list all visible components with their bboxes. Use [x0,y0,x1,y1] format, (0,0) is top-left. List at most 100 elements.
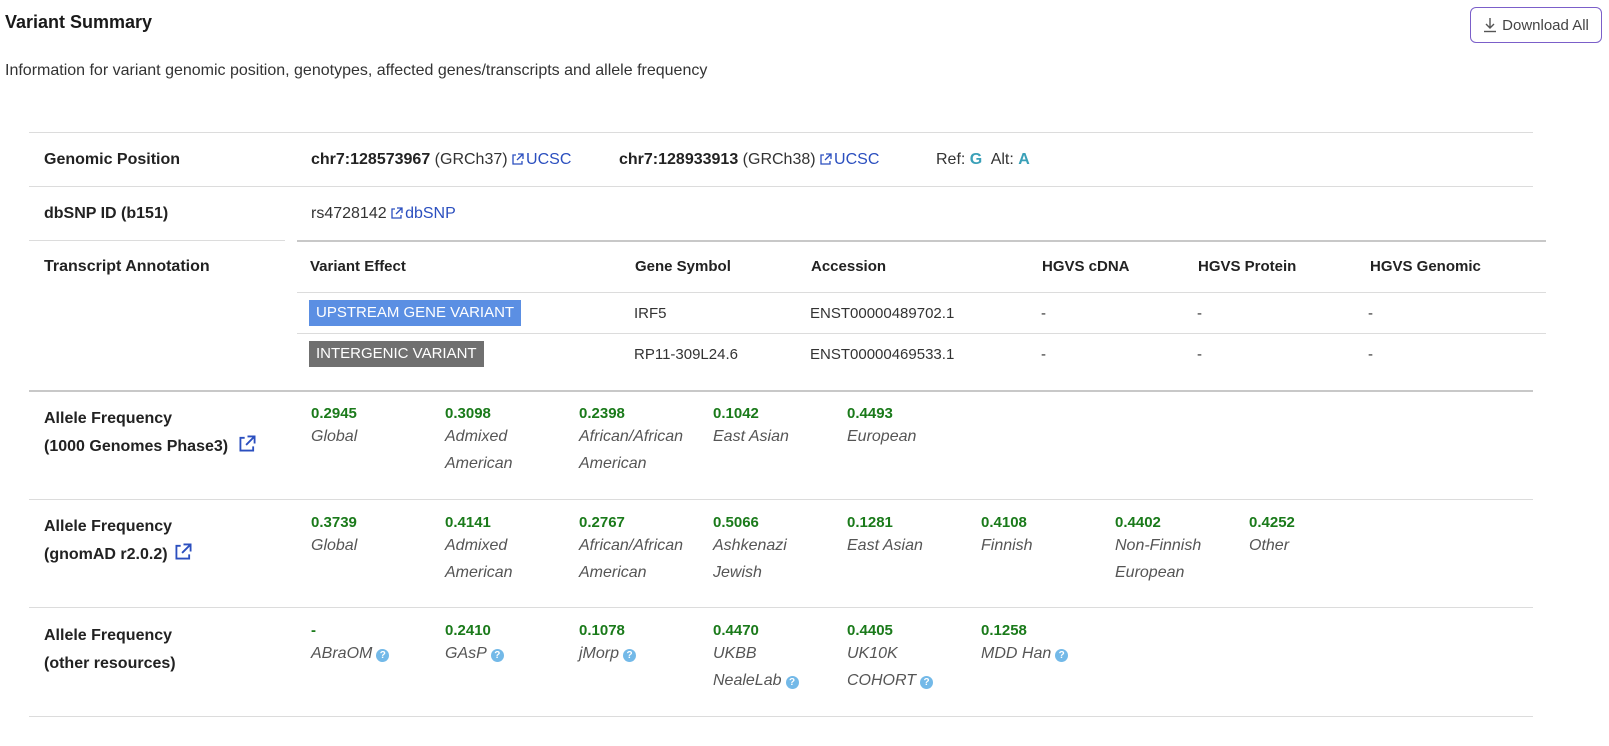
hgvs-protein-cell: - [1197,346,1202,363]
af-1000g-external-link[interactable] [239,435,256,455]
grch37-build: (GRCh37) [434,151,508,168]
population-name: Other [1249,537,1290,554]
population-label: Other [1249,532,1374,559]
population-name: jMorp [579,645,620,662]
allele-frequency-value: 0.2767 [579,514,625,531]
allele-frequency-value: 0.1281 [847,514,893,531]
gene-symbol-link[interactable]: IRF5 [634,305,667,322]
allele-frequency-value: 0.3739 [311,514,357,531]
population-label: Finnish [981,532,1106,559]
population-label: UKBB NealeLab? [713,640,838,694]
dbsnp-label: dbSNP ID (b151) [44,205,169,222]
ucsc-grch38-link[interactable]: UCSC [820,151,879,168]
population-name: Finnish [981,537,1033,554]
population-label: Global [311,423,436,450]
column-header-gene-symbol: Gene Symbol [635,258,731,275]
hgvs-cdna-cell: - [1041,305,1046,322]
population-name: UKBB [713,645,757,662]
divider [29,499,1533,500]
alt-label: Alt: [990,151,1014,168]
help-icon[interactable]: ? [920,676,934,689]
help-icon[interactable]: ? [376,649,390,662]
af-1000g-label: Allele Frequency (1000 Genomes Phase3) [44,405,256,461]
help-icon[interactable]: ? [490,649,504,662]
divider [29,240,285,241]
population-name-line2: Jewish [713,564,762,581]
divider [297,240,1546,242]
download-icon [1484,18,1497,33]
page-subtitle: Information for variant genomic position… [5,62,708,79]
transcript-annotation-label: Transcript Annotation [44,258,210,275]
population-name: ABraOM [311,645,373,662]
af-gnomad-label-line2: (gnomAD r2.0.2) [44,546,168,563]
population-name-line2: NealeLab [713,672,782,689]
population-name: European [847,428,917,445]
ref-allele: G [969,151,983,168]
population-name-line2: European [1115,564,1185,581]
population-name-line2: American [579,455,647,472]
help-icon[interactable]: ? [785,676,799,689]
accession-cell: ENST00000469533.1 [810,346,955,363]
column-header-accession: Accession [811,258,887,275]
divider [29,716,1533,717]
divider [29,390,1533,392]
hgvs-genomic-cell: - [1368,305,1373,322]
af-1000g-label-line2: (1000 Genomes Phase3) [44,438,229,455]
population-label: Non-Finnish European [1115,532,1240,586]
grch38-build: (GRCh38) [742,151,816,168]
external-link-icon [391,207,403,219]
column-header-hgvs-genomic: HGVS Genomic [1370,258,1481,275]
variant-effect-badge: INTERGENIC VARIANT [309,341,484,367]
ucsc-grch37-link[interactable]: UCSC [512,151,571,168]
allele-frequency-value: 0.1042 [713,405,759,422]
population-label: GAsP? [445,640,570,667]
gene-symbol-link[interactable]: RP11-309L24.6 [634,346,738,363]
external-link-icon [512,153,524,165]
population-name: East Asian [713,428,789,445]
column-header-hgvs-protein: HGVS Protein [1198,258,1297,275]
grch38-position: chr7:128933913 [619,151,739,168]
divider [29,607,1533,608]
allele-frequency-value: 0.3098 [445,405,491,422]
download-all-button[interactable]: Download All [1470,7,1602,43]
genomic-position-label: Genomic Position [44,151,181,168]
population-label: Ashkenazi Jewish [713,532,838,586]
af-gnomad-external-link[interactable] [175,543,192,563]
population-name: Global [311,537,358,554]
alt-allele: A [1018,151,1030,168]
accession-cell: ENST00000489702.1 [810,305,955,322]
population-name: Admixed [445,428,508,445]
dbsnp-link[interactable]: dbSNP [391,205,456,222]
population-name: Admixed [445,537,508,554]
allele-frequency-value: 0.4493 [847,405,893,422]
ucsc-grch38-label: UCSC [834,151,880,168]
population-label: MDD Han? [981,640,1106,667]
divider [29,186,1533,187]
dbsnp-value: rs4728142 dbSNP [311,205,456,223]
column-header-hgvs-cdna: HGVS cDNA [1042,258,1130,275]
allele-frequency-value: 0.4402 [1115,514,1161,531]
population-label: jMorp? [579,640,704,667]
population-name: UK10K [847,645,898,662]
column-header-variant-effect: Variant Effect [310,258,406,275]
population-name: Ashkenazi [713,537,787,554]
allele-frequency-value: 0.4252 [1249,514,1295,531]
external-link-icon [820,153,832,165]
allele-frequency-value: 0.1078 [579,622,625,639]
population-name: MDD Han [981,645,1052,662]
help-icon[interactable]: ? [623,649,637,662]
af-other-label-line1: Allele Frequency [44,627,173,644]
af-1000g-label-line2-wrap: (1000 Genomes Phase3) [44,433,256,461]
allele-frequency-value: 0.5066 [713,514,759,531]
page-title: Variant Summary [5,12,153,32]
divider [297,292,1546,293]
dbsnp-id: rs4728142 [311,205,387,222]
allele-frequency-value: 0.4470 [713,622,759,639]
population-name-line2: American [579,564,647,581]
allele-frequency-value: 0.2945 [311,405,357,422]
allele-frequency-value: 0.4108 [981,514,1027,531]
help-icon[interactable]: ? [1055,649,1069,662]
population-name-line2: American [445,564,513,581]
population-name: Global [311,428,358,445]
allele-frequency-value: 0.4141 [445,514,491,531]
